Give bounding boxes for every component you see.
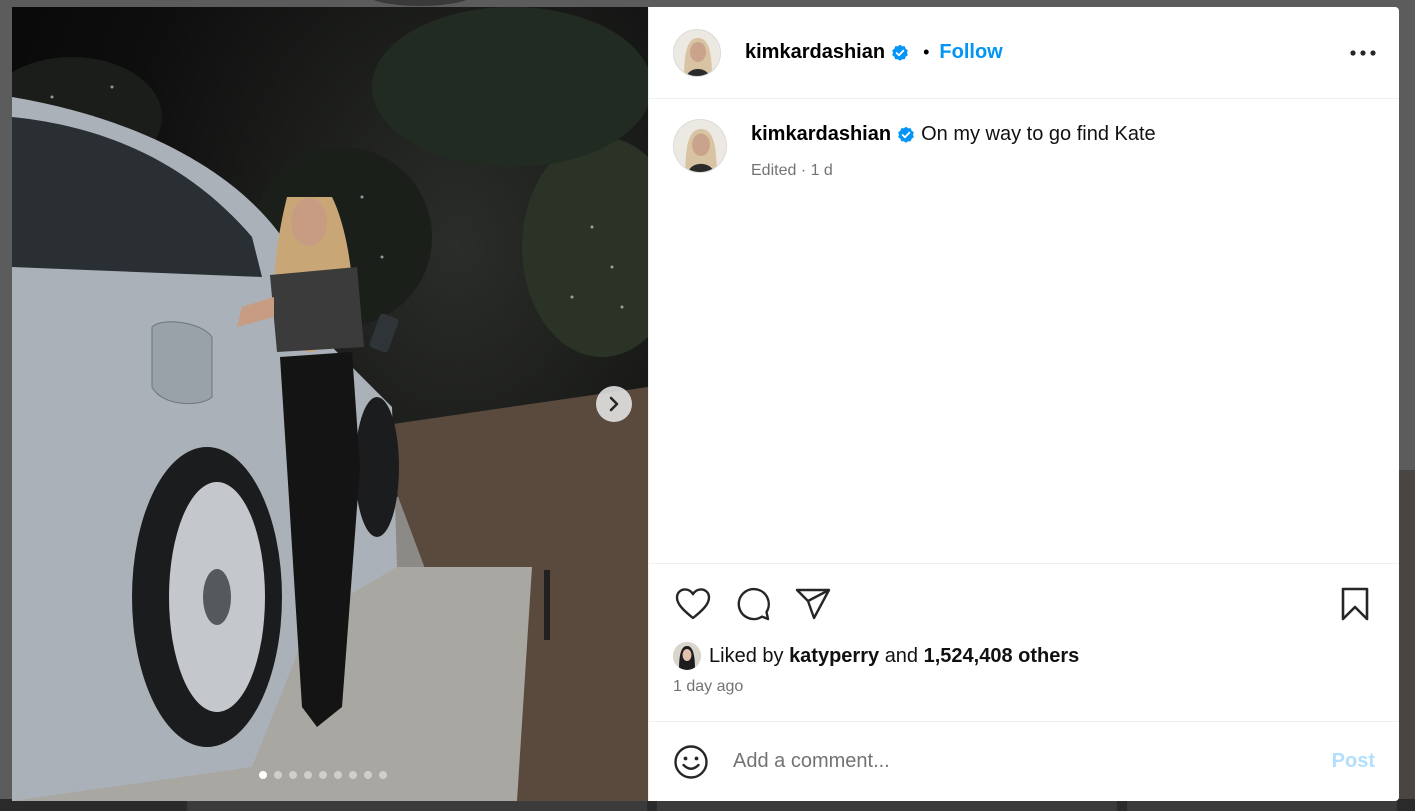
chevron-right-icon: [609, 396, 619, 412]
likes-and: and: [884, 644, 919, 667]
carousel-indicator: [12, 771, 641, 779]
likes-count[interactable]: 1,524,408 others: [924, 645, 1080, 668]
caption-author-avatar[interactable]: [673, 119, 727, 173]
carousel-dot: [259, 771, 267, 779]
comments-section: kimkardashian On my way to go find Kate …: [649, 99, 1399, 563]
post-actions: Liked by katyperry and 1,524,408 others …: [649, 563, 1399, 721]
caption-text: On my way to go find Kate: [921, 123, 1156, 145]
carousel-dot: [274, 771, 282, 779]
carousel-dot: [349, 771, 357, 779]
post-photo: [12, 7, 648, 801]
action-icon-row: [673, 584, 1375, 624]
paper-plane-icon: [795, 588, 831, 620]
caption-body: kimkardashian On my way to go find Kate …: [751, 119, 1156, 180]
backdrop-shape: [365, 0, 475, 6]
header-separator: •: [923, 42, 930, 62]
carousel-next-button[interactable]: [596, 386, 632, 422]
post-media-carousel[interactable]: [12, 7, 648, 801]
verified-badge-icon: [892, 44, 908, 61]
likes-summary: Liked by katyperry and 1,524,408 others: [673, 642, 1375, 670]
author-avatar[interactable]: [673, 28, 721, 77]
comment-input[interactable]: [733, 750, 1332, 773]
share-button[interactable]: [793, 584, 833, 624]
caption-username[interactable]: kimkardashian: [751, 123, 891, 146]
like-button[interactable]: [673, 584, 713, 624]
bookmark-icon: [1341, 587, 1369, 621]
carousel-dot: [379, 771, 387, 779]
liker-avatar[interactable]: [673, 642, 701, 670]
author-username[interactable]: kimkardashian: [745, 41, 885, 64]
verified-badge-icon: [898, 126, 914, 143]
more-options-icon: [1350, 49, 1376, 56]
comment-bubble-icon: [737, 587, 770, 621]
caption-row: kimkardashian On my way to go find Kate …: [673, 119, 1375, 180]
heart-icon: [675, 588, 711, 620]
avatar-image: [673, 642, 701, 670]
caption-meta: Edited · 1 d: [751, 162, 833, 179]
carousel-dot: [364, 771, 372, 779]
avatar-image: [674, 120, 726, 172]
carousel-dot: [334, 771, 342, 779]
likes-prefix: Liked by: [709, 644, 784, 667]
carousel-dot: [289, 771, 297, 779]
caption-line: kimkardashian On my way to go find Kate: [751, 123, 1156, 146]
liker-username[interactable]: katyperry: [789, 645, 879, 668]
post-details-panel: kimkardashian • Follow kimkardashian On …: [648, 7, 1399, 801]
post-header: kimkardashian • Follow: [649, 7, 1399, 99]
avatar-image: [674, 29, 720, 76]
emoji-smile-icon[interactable]: [673, 744, 709, 780]
more-options-button[interactable]: [1343, 33, 1383, 73]
save-button[interactable]: [1335, 584, 1375, 624]
comment-button[interactable]: [733, 584, 773, 624]
post-comment-button[interactable]: Post: [1332, 750, 1375, 773]
follow-button[interactable]: Follow: [939, 41, 1002, 64]
carousel-dot: [319, 771, 327, 779]
carousel-dot: [304, 771, 312, 779]
comment-composer: Post: [649, 721, 1399, 801]
post-modal: kimkardashian • Follow kimkardashian On …: [12, 7, 1399, 801]
post-timestamp[interactable]: 1 day ago: [673, 678, 1375, 696]
backdrop-right-edge: [1399, 470, 1415, 811]
